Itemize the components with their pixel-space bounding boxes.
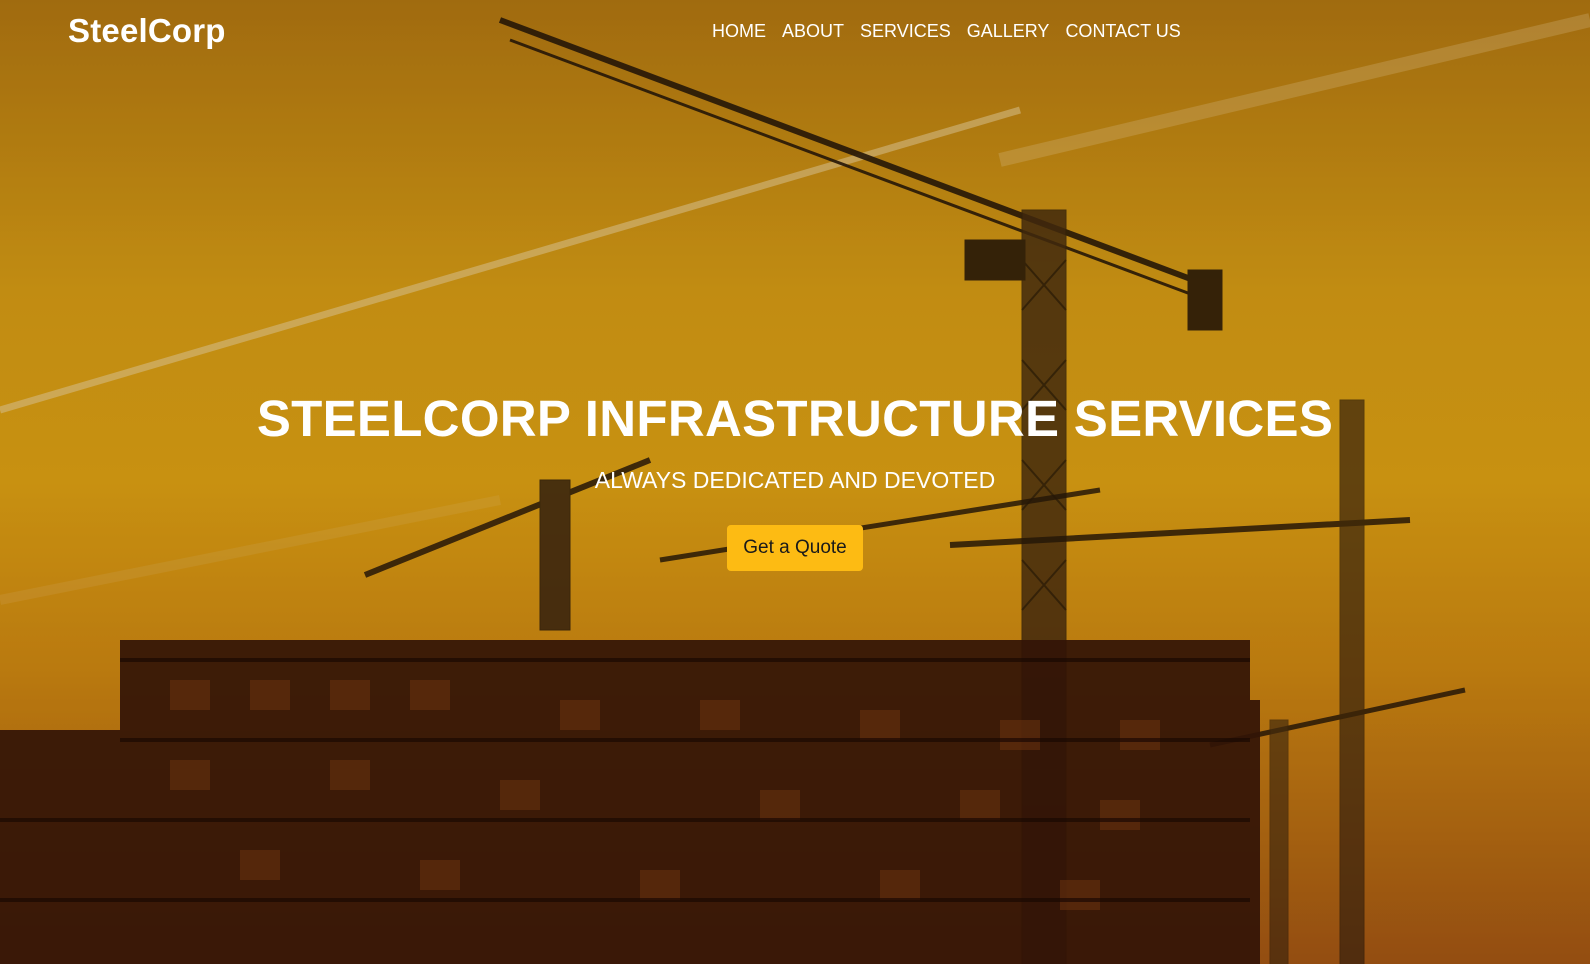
nav-link-about[interactable]: ABOUT bbox=[774, 20, 852, 42]
hero-title: STEELCORP INFRASTRUCTURE SERVICES bbox=[256, 390, 1334, 447]
nav-link-services[interactable]: SERVICES bbox=[852, 20, 959, 42]
brand-logo-link[interactable]: SteelCorp bbox=[68, 12, 226, 50]
hero-section: SteelCorp HOME ABOUT SERVICES GALLERY CO… bbox=[0, 0, 1590, 964]
nav-item-gallery: GALLERY bbox=[959, 20, 1058, 42]
nav-item-about: ABOUT bbox=[774, 20, 852, 42]
hero-content: STEELCORP INFRASTRUCTURE SERVICES ALWAYS… bbox=[0, 384, 1590, 571]
top-navbar: SteelCorp HOME ABOUT SERVICES GALLERY CO… bbox=[0, 0, 1590, 64]
hero-subtitle: ALWAYS DEDICATED AND DEVOTED bbox=[594, 467, 996, 493]
nav-item-home: HOME bbox=[704, 20, 774, 42]
nav-link-home[interactable]: HOME bbox=[704, 20, 774, 42]
nav-item-services: SERVICES bbox=[852, 20, 959, 42]
get-a-quote-button[interactable]: Get a Quote bbox=[727, 525, 863, 571]
nav-item-contact: CONTACT US bbox=[1057, 20, 1188, 42]
nav-menu: HOME ABOUT SERVICES GALLERY CONTACT US bbox=[704, 20, 1189, 42]
nav-link-gallery[interactable]: GALLERY bbox=[959, 20, 1058, 42]
nav-link-contact-us[interactable]: CONTACT US bbox=[1057, 20, 1188, 42]
